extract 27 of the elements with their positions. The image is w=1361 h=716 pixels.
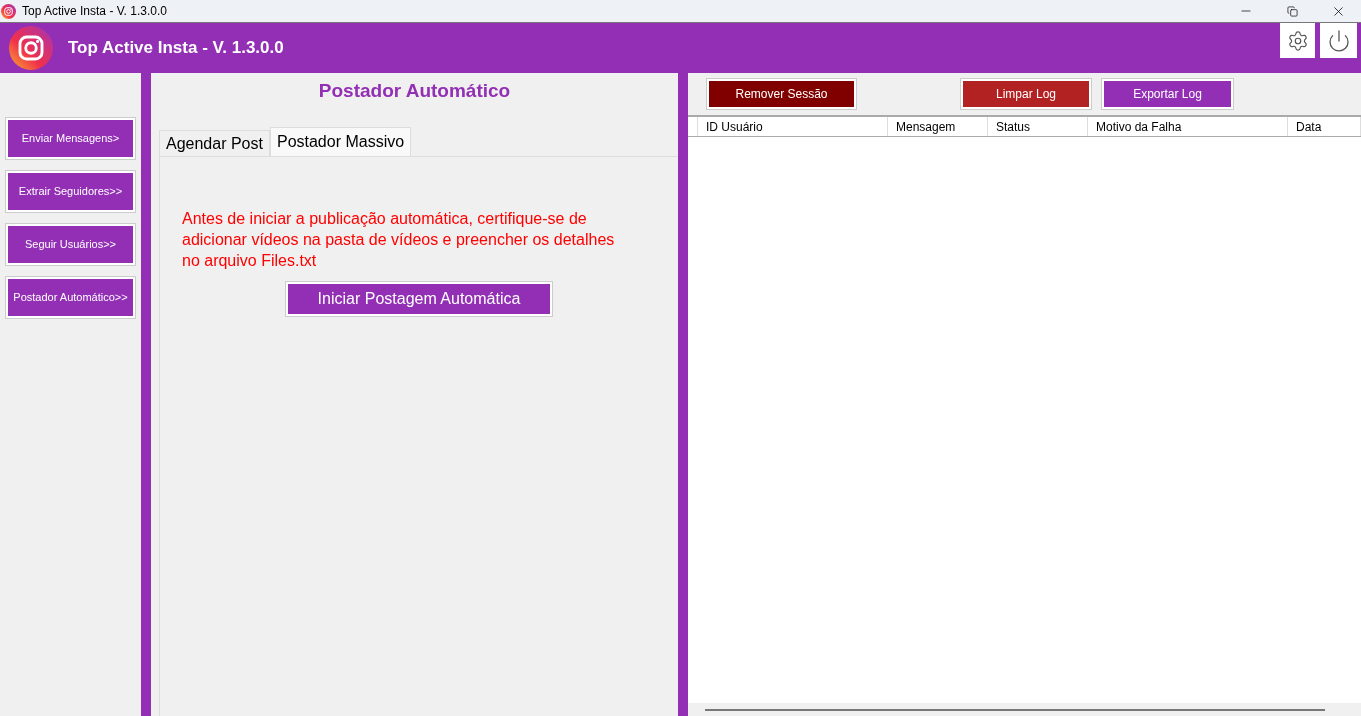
tab[interactable]: Agendar Post xyxy=(159,130,270,156)
app-icon xyxy=(1,3,16,19)
log-button[interactable]: Limpar Log xyxy=(961,79,1091,109)
sidebar-item[interactable]: Extrair Seguidores>> xyxy=(6,171,135,212)
restore-icon xyxy=(1286,5,1298,17)
settings-icon xyxy=(1286,29,1309,52)
column-header[interactable]: Status xyxy=(988,117,1088,136)
column-header[interactable]: Data xyxy=(1288,117,1361,136)
column-header[interactable]: ID Usuário xyxy=(698,117,888,136)
sidebar-item[interactable]: Enviar Mensagens> xyxy=(6,118,135,159)
window-title: Top Active Insta - V. 1.3.0.0 xyxy=(22,3,167,20)
settings-button[interactable] xyxy=(1280,23,1315,58)
sidebar-item[interactable]: Seguir Usuários>> xyxy=(6,224,135,265)
sidebar-item[interactable]: Postador Automático>> xyxy=(6,277,135,318)
power-button[interactable] xyxy=(1320,23,1357,58)
column-header[interactable]: Mensagem xyxy=(888,117,988,136)
scrollbar-thumb[interactable] xyxy=(705,708,1325,711)
section-title: Postador Automático xyxy=(317,79,512,103)
logo-icon xyxy=(9,26,53,70)
tab[interactable]: Postador Massivo xyxy=(269,127,412,156)
log-button[interactable]: Exportar Log xyxy=(1102,79,1233,109)
column-header[interactable]: Motivo da Falha xyxy=(1088,117,1288,136)
start-button[interactable]: Iniciar Postagem Automática xyxy=(286,282,552,316)
notice-text: Antes de iniciar a publicação automática, certifique-se de adicionar vídeos na pasta de vídeos e preencher os detalhes no arquivo Files.txt xyxy=(182,209,616,271)
power-icon xyxy=(1326,28,1351,53)
header-title: Top Active Insta - V. 1.3.0.0 xyxy=(68,37,284,60)
log-button[interactable]: Remover Sessão xyxy=(707,79,856,109)
